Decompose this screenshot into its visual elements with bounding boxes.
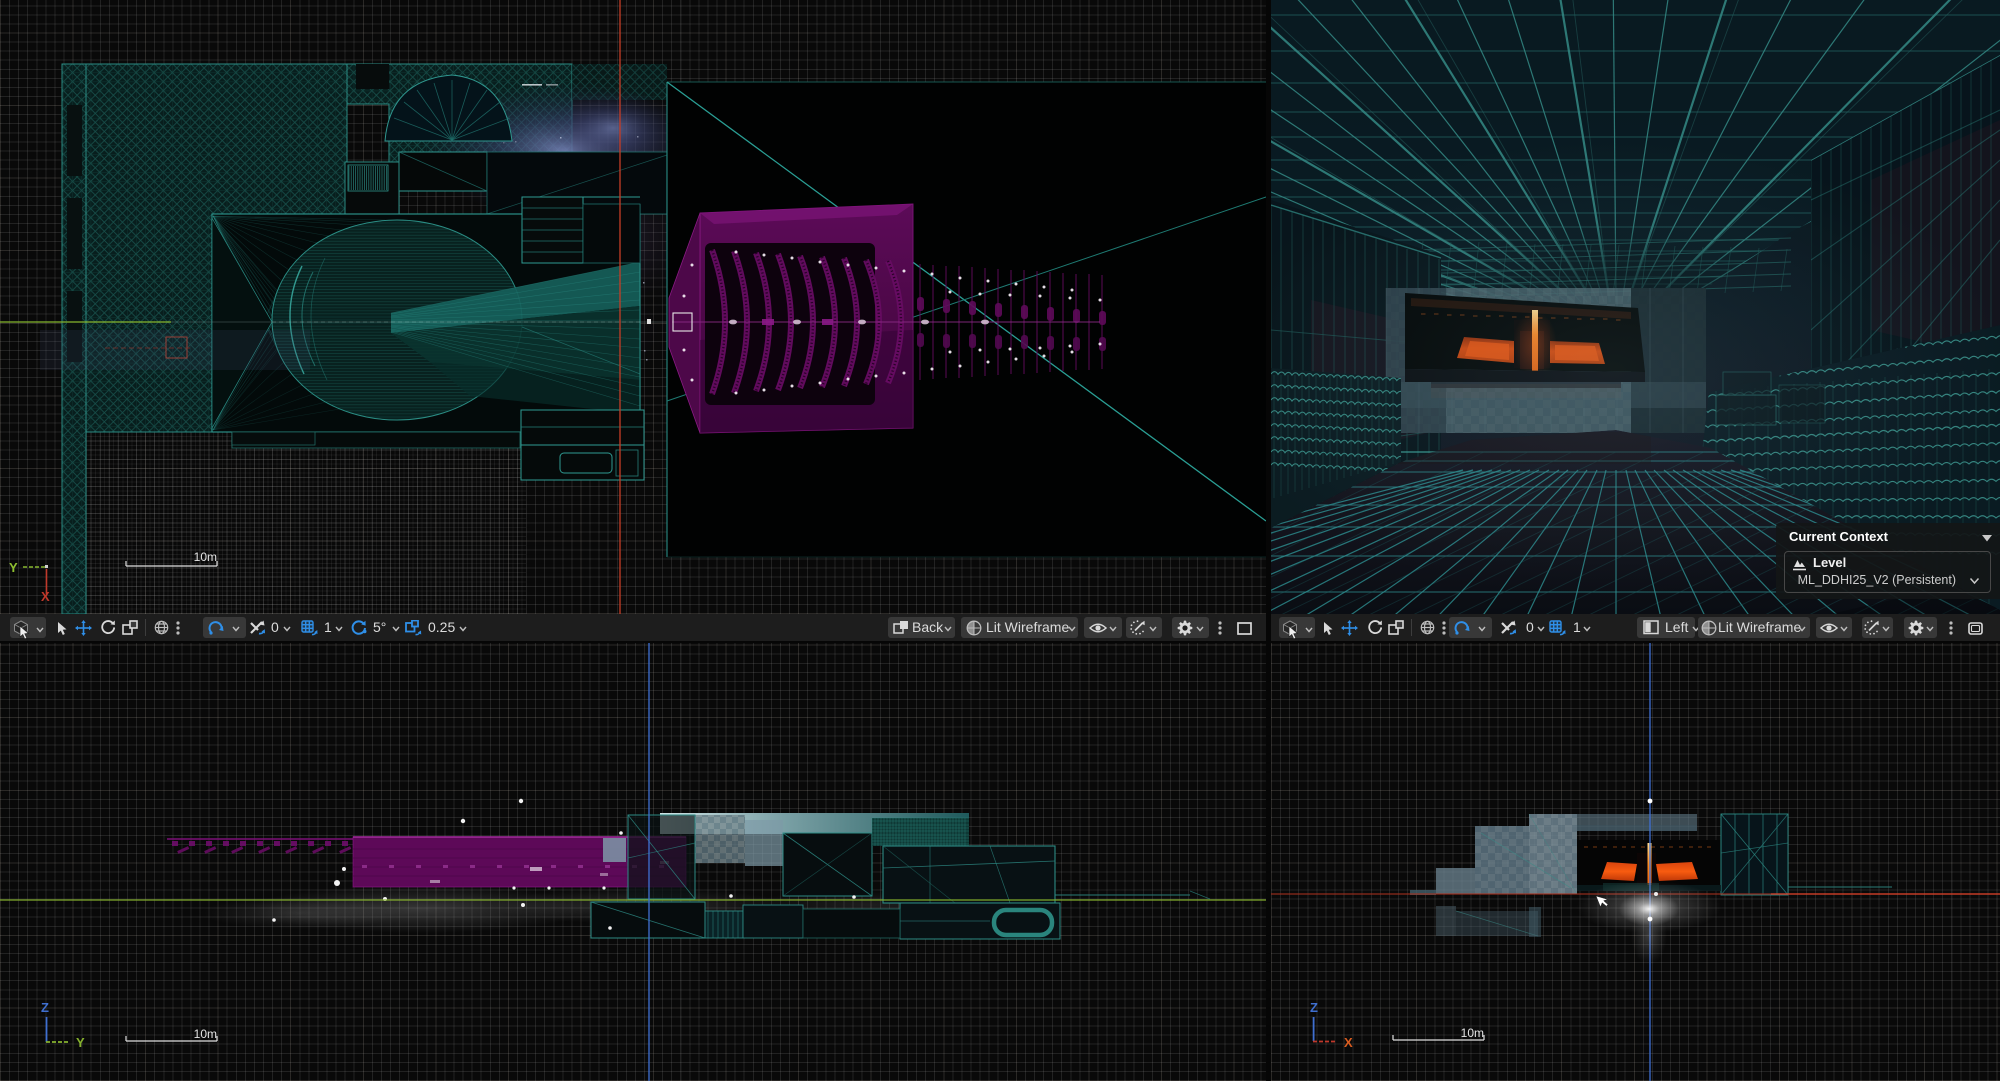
svg-text:Y: Y xyxy=(76,1035,85,1050)
svg-text:Z: Z xyxy=(1310,1000,1318,1015)
svg-text:Y: Y xyxy=(9,560,18,575)
svg-text:Z: Z xyxy=(41,1000,49,1015)
svg-text:X: X xyxy=(41,589,50,604)
svg-text:X: X xyxy=(1344,1035,1353,1050)
svg-text:10m: 10m xyxy=(1461,1026,1484,1040)
svg-text:10m: 10m xyxy=(194,550,217,564)
svg-text:10m: 10m xyxy=(194,1027,217,1041)
